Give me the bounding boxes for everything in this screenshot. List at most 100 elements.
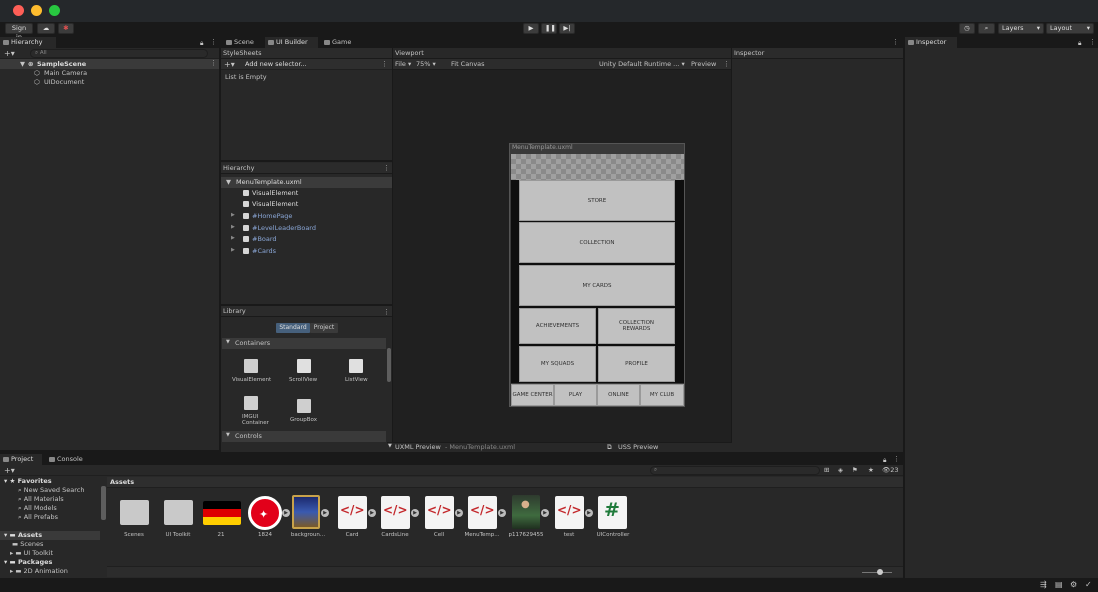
zoom-dropdown[interactable]: 75% ▾ [416,60,436,68]
library-scrollbar[interactable] [387,348,391,382]
lock-icon[interactable]: 🔒︎ [1078,38,1081,49]
preview-toggle[interactable]: Preview [691,60,716,68]
progress-icon[interactable]: ⇶ [1040,580,1047,589]
tab-game[interactable]: Game [321,37,361,48]
expand-arrow-icon[interactable]: ▶ [231,247,235,253]
expand-asset-icon[interactable]: ▶ [368,509,376,517]
uss-preview-label[interactable]: USS Preview [618,443,658,451]
expand-asset-icon[interactable]: ▶ [541,509,549,517]
uxml-file-icon[interactable]: </> [338,496,367,529]
more-menu-icon[interactable]: ⋮ [383,307,390,318]
expand-asset-icon[interactable]: ▶ [585,509,593,517]
hidden-packages-count[interactable]: 👁︎23 [882,466,899,474]
uxml-file-icon[interactable]: </> [381,496,410,529]
more-menu-icon[interactable]: ⋮ [383,163,390,174]
player-photo-image[interactable]: ● [512,495,540,529]
folder-icon[interactable] [164,500,193,525]
add-icon[interactable]: +▾ [4,466,15,475]
favorite-item[interactable]: ⌕ New Saved Search [18,486,84,495]
favorite-item[interactable]: ⌕ All Materials [18,495,64,504]
groupbox-icon[interactable] [297,399,311,413]
club-logo-image[interactable]: ✦ [248,496,282,530]
tab-hierarchy[interactable]: Hierarchy [0,37,56,48]
containers-section[interactable]: ▼ Containers [222,338,386,349]
tab-scene[interactable]: Scene [223,37,263,48]
more-menu-icon[interactable]: ⋮ [892,37,899,48]
play-button[interactable]: ▶ [523,23,539,34]
type-filter-icon[interactable]: ◈ [838,466,843,474]
visualelement-icon[interactable] [244,359,258,373]
assets-tree-row[interactable]: ▾ ▬ Assets [0,531,100,540]
star-icon[interactable]: ★ [868,466,874,474]
tree-item[interactable]: VisualElement [252,189,298,197]
fit-canvas-button[interactable]: Fit Canvas [451,60,485,68]
expand-arrow-icon[interactable]: ▶ [231,235,235,241]
package-tree-item[interactable]: ▸ ▬ 2D Animation [10,567,68,575]
listview-icon[interactable] [349,359,363,373]
tree-item[interactable]: #LevelLeaderBoard [252,224,316,232]
tab-inspector[interactable]: Inspector [905,37,957,48]
zoom-window-button[interactable] [49,5,60,16]
tab-project[interactable]: Project [0,454,42,465]
controls-section[interactable]: ▼ Controls [222,431,386,442]
scrollview-icon[interactable] [297,359,311,373]
layout-dropdown[interactable]: Layout ▾ [1046,23,1094,34]
close-window-button[interactable] [13,5,24,16]
profile-button[interactable]: PROFILE [598,346,675,382]
scene-menu-icon[interactable]: ⋮ [210,58,217,69]
debug-icon[interactable]: ⚙ [1070,580,1077,589]
expand-asset-icon[interactable]: ▶ [411,509,419,517]
filter-icon[interactable]: ⊞ [824,466,829,474]
icon-size-slider-handle[interactable] [877,569,883,575]
germany-flag-image[interactable] [203,501,241,525]
online-button[interactable]: ONLINE [597,384,640,406]
theme-dropdown[interactable]: Unity Default Runtime ... ▾ [599,60,685,68]
more-menu-icon[interactable]: ⋮ [381,59,388,70]
hierarchy-item-main-camera[interactable]: Main Camera [44,69,87,77]
expand-arrow-icon[interactable]: ▶ [231,224,235,230]
tree-item[interactable]: #Board [252,235,277,243]
expand-arrow-icon[interactable]: ▼ [20,60,25,68]
history-icon[interactable]: ◷ [959,23,975,34]
check-icon[interactable]: ✓ [1085,580,1092,589]
csharp-script-icon[interactable]: # [598,496,627,529]
uxml-file-icon[interactable]: </> [468,496,497,529]
favorites-header[interactable]: ▾ ★ Favorites [4,477,52,485]
pause-button[interactable]: ❚❚ [541,23,557,34]
uxml-file-icon[interactable]: </> [425,496,454,529]
expand-asset-icon[interactable]: ▶ [498,509,506,517]
imgui-container-icon[interactable] [244,396,258,410]
label-filter-icon[interactable]: ⚑ [852,466,858,474]
hierarchy-search-input[interactable]: ⌕ All [30,49,208,58]
collab-icon[interactable]: ✱ [58,23,74,34]
collection-rewards-button[interactable]: COLLECTION REWARDS [598,308,675,344]
add-icon[interactable]: +▾ [4,49,15,58]
hierarchy-item-uidocument[interactable]: UIDocument [44,78,84,86]
packages-tree-label[interactable]: ▾ ▬ Packages [4,558,52,566]
achievements-button[interactable]: ACHIEVEMENTS [519,308,596,344]
expand-arrow-icon[interactable]: ▶ [231,212,235,218]
background-image[interactable] [292,495,320,529]
open-external-icon[interactable]: ⧉ [607,443,612,452]
layers-dropdown[interactable]: Layers ▾ [998,23,1044,34]
cloud-icon[interactable]: ☁ [37,23,55,34]
uss-file-icon[interactable]: </> [555,496,584,529]
my-squads-button[interactable]: MY SQUADS [519,346,596,382]
project-tree-scrollbar[interactable] [101,486,106,520]
file-menu[interactable]: File ▾ [395,60,411,68]
my-cards-button[interactable]: MY CARDS [519,265,675,306]
assets-breadcrumb[interactable]: Assets [110,478,134,486]
scene-row[interactable]: ▼ ⊛ SampleScene ⋮ [0,59,219,69]
store-button[interactable]: STORE [519,180,675,221]
favorite-item[interactable]: ⌕ All Models [18,504,57,513]
tab-ui-builder[interactable]: UI Builder [265,37,318,48]
collapse-arrow-icon[interactable]: ▼ [388,443,392,449]
expand-asset-icon[interactable]: ▶ [455,509,463,517]
tree-item[interactable]: VisualElement [252,200,298,208]
tab-project[interactable]: Project [310,323,338,333]
more-menu-icon[interactable]: ⋮ [893,454,900,465]
more-menu-icon[interactable]: ⋮ [723,59,730,70]
tab-console[interactable]: Console [46,454,88,465]
tree-root-row[interactable]: ▼ MenuTemplate.uxml [221,177,392,188]
folder-icon[interactable] [120,500,149,525]
